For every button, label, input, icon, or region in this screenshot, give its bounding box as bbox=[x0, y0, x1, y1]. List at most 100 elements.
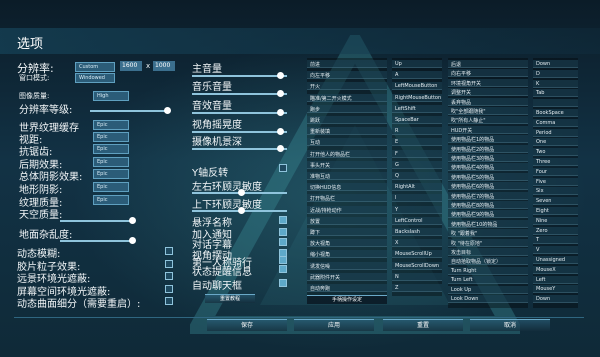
key-binding-cell[interactable] bbox=[392, 149, 442, 158]
key-binding-label: Q bbox=[395, 173, 399, 179]
key-binding-cell[interactable] bbox=[533, 246, 578, 255]
key-binding-label: N bbox=[395, 273, 399, 280]
audio-label: 音效音量 bbox=[192, 101, 232, 112]
ud-sensitivity-slider[interactable] bbox=[192, 207, 287, 214]
audio-knob[interactable] bbox=[277, 109, 284, 116]
toggle-checkbox[interactable] bbox=[165, 285, 173, 293]
bottom-button[interactable]: 重置 bbox=[383, 319, 463, 331]
option-checkbox[interactable] bbox=[279, 238, 287, 246]
window-mode-select[interactable]: Windowed bbox=[75, 73, 115, 83]
key-binding-cell[interactable] bbox=[533, 236, 578, 245]
key-binding-cell[interactable] bbox=[392, 138, 442, 147]
key-binding-label: Z bbox=[395, 285, 399, 291]
key-binding-label: X bbox=[395, 240, 399, 247]
toggle-checkbox[interactable] bbox=[165, 272, 173, 280]
lr-sensitivity-knob[interactable] bbox=[238, 189, 245, 196]
key-binding-cell[interactable] bbox=[392, 194, 442, 203]
detail-setting-select[interactable]: Epic bbox=[93, 120, 129, 130]
detail-setting-select[interactable]: Epic bbox=[93, 182, 129, 192]
resolution-scale-slider[interactable] bbox=[90, 107, 171, 114]
toggle-checkbox[interactable] bbox=[165, 247, 173, 255]
audio-knob[interactable] bbox=[277, 72, 284, 79]
bottom-button[interactable]: 取消 bbox=[470, 319, 550, 331]
ud-sensitivity-knob[interactable] bbox=[238, 207, 245, 214]
detail-setting-slider[interactable] bbox=[60, 237, 136, 244]
toggle-checkbox[interactable] bbox=[165, 260, 173, 268]
key-binding-cell[interactable] bbox=[392, 127, 442, 136]
action-label: 自动奔跑 bbox=[310, 286, 331, 292]
option-checkbox[interactable] bbox=[279, 228, 287, 236]
key-binding-label: Four bbox=[536, 168, 547, 175]
audio-knob[interactable] bbox=[277, 128, 284, 135]
key-binding-cell[interactable] bbox=[533, 79, 578, 88]
resolution-height-input[interactable]: 1000 bbox=[153, 61, 175, 71]
reset-tutorial-button[interactable]: 重置教程 bbox=[205, 294, 255, 303]
action-label: 使用物品栏8的物品 bbox=[451, 203, 495, 209]
lr-sensitivity-slider[interactable] bbox=[192, 189, 287, 196]
detail-setting-slider[interactable] bbox=[60, 217, 136, 224]
key-binding-cell[interactable] bbox=[392, 239, 442, 248]
resolution-width-input[interactable]: 1600 bbox=[120, 61, 142, 71]
action-label: 向右平移 bbox=[451, 71, 472, 78]
toggle-checkbox[interactable] bbox=[165, 297, 173, 305]
key-binding-cell[interactable] bbox=[392, 160, 442, 169]
audio-slider[interactable] bbox=[192, 145, 287, 152]
audio-slider[interactable] bbox=[192, 72, 287, 79]
key-binding-label: Five bbox=[536, 178, 546, 185]
option-checkbox[interactable] bbox=[279, 265, 287, 273]
audio-knob[interactable] bbox=[277, 90, 284, 97]
key-binding-label: RightAlt bbox=[395, 184, 415, 191]
action-label: 打开物品栏 bbox=[310, 196, 336, 203]
option-checkbox[interactable] bbox=[279, 279, 287, 287]
detail-setting-select[interactable]: Epic bbox=[93, 195, 129, 205]
controller-settings-button[interactable]: 手柄操作设定 bbox=[307, 295, 387, 304]
detail-setting-knob[interactable] bbox=[129, 217, 136, 224]
action-label: 跳跃 bbox=[310, 118, 321, 124]
option-label: 状态提醒信息 bbox=[192, 267, 252, 278]
action-label: 使用物品栏2的物品 bbox=[451, 146, 495, 153]
action-label: 开火 bbox=[310, 84, 321, 91]
key-binding-label: Zero bbox=[536, 227, 548, 234]
key-binding-cell[interactable] bbox=[392, 272, 442, 281]
action-label: 事头开关 bbox=[310, 162, 331, 169]
resolution-scale-knob[interactable] bbox=[164, 107, 171, 114]
action-label: 蹲下 bbox=[310, 230, 321, 236]
key-binding-label: K bbox=[536, 80, 540, 87]
action-label: 吹"全部跟随我" bbox=[451, 109, 486, 115]
action-label: 诱发信噪 bbox=[310, 263, 331, 270]
action-label: 后退 bbox=[451, 62, 462, 68]
graphics-quality-select[interactable]: High bbox=[93, 91, 129, 101]
detail-setting-select[interactable]: Epic bbox=[93, 144, 129, 154]
key-binding-cell[interactable] bbox=[533, 99, 578, 108]
bottom-button[interactable]: 应用 bbox=[294, 319, 374, 331]
key-binding-cell[interactable] bbox=[392, 172, 442, 180]
resolution-scale-label: 分辨率等级: bbox=[19, 105, 73, 116]
key-binding-cell[interactable] bbox=[392, 205, 442, 214]
key-binding-label: Unassigned bbox=[536, 257, 566, 263]
resolution-mode-select[interactable]: Custom bbox=[75, 62, 115, 72]
option-checkbox[interactable] bbox=[279, 216, 287, 224]
bottom-divider bbox=[14, 317, 584, 318]
audio-slider[interactable] bbox=[192, 109, 287, 116]
option-checkbox[interactable] bbox=[279, 256, 287, 264]
action-label: 使用物品栏6的物品 bbox=[451, 184, 495, 191]
key-binding-cell[interactable] bbox=[392, 284, 442, 292]
audio-knob[interactable] bbox=[277, 145, 284, 152]
key-binding-label: D bbox=[536, 70, 540, 77]
graphics-quality-label: 图像质量: bbox=[19, 92, 50, 100]
key-binding-cell[interactable] bbox=[392, 71, 442, 80]
key-binding-label: BookSpace bbox=[536, 110, 564, 116]
invert-y-checkbox[interactable] bbox=[279, 164, 287, 172]
detail-setting-knob[interactable] bbox=[129, 237, 136, 244]
audio-label: 视角摇晃度 bbox=[192, 120, 242, 131]
action-label: Look Up bbox=[451, 286, 472, 293]
action-label: 跑步 bbox=[310, 106, 321, 113]
key-binding-label: A bbox=[395, 72, 399, 79]
detail-setting-select[interactable]: Epic bbox=[93, 132, 129, 142]
audio-slider[interactable] bbox=[192, 90, 287, 97]
detail-setting-select[interactable]: Epic bbox=[93, 157, 129, 167]
key-binding-label: MouseScrollDown bbox=[395, 262, 440, 269]
key-binding-label: R bbox=[395, 128, 399, 135]
bottom-button[interactable]: 保存 bbox=[207, 319, 287, 331]
detail-setting-select[interactable]: Epic bbox=[93, 169, 129, 179]
